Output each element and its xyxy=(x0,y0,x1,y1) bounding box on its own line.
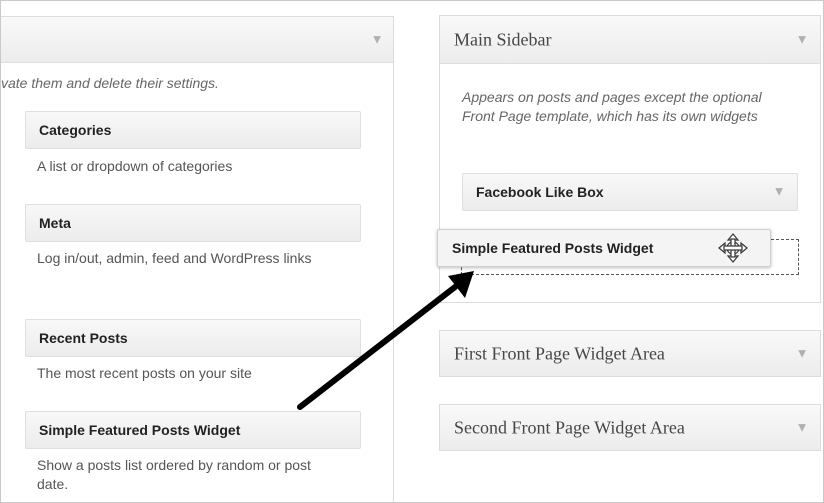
annotation-arrow-icon xyxy=(297,271,474,410)
